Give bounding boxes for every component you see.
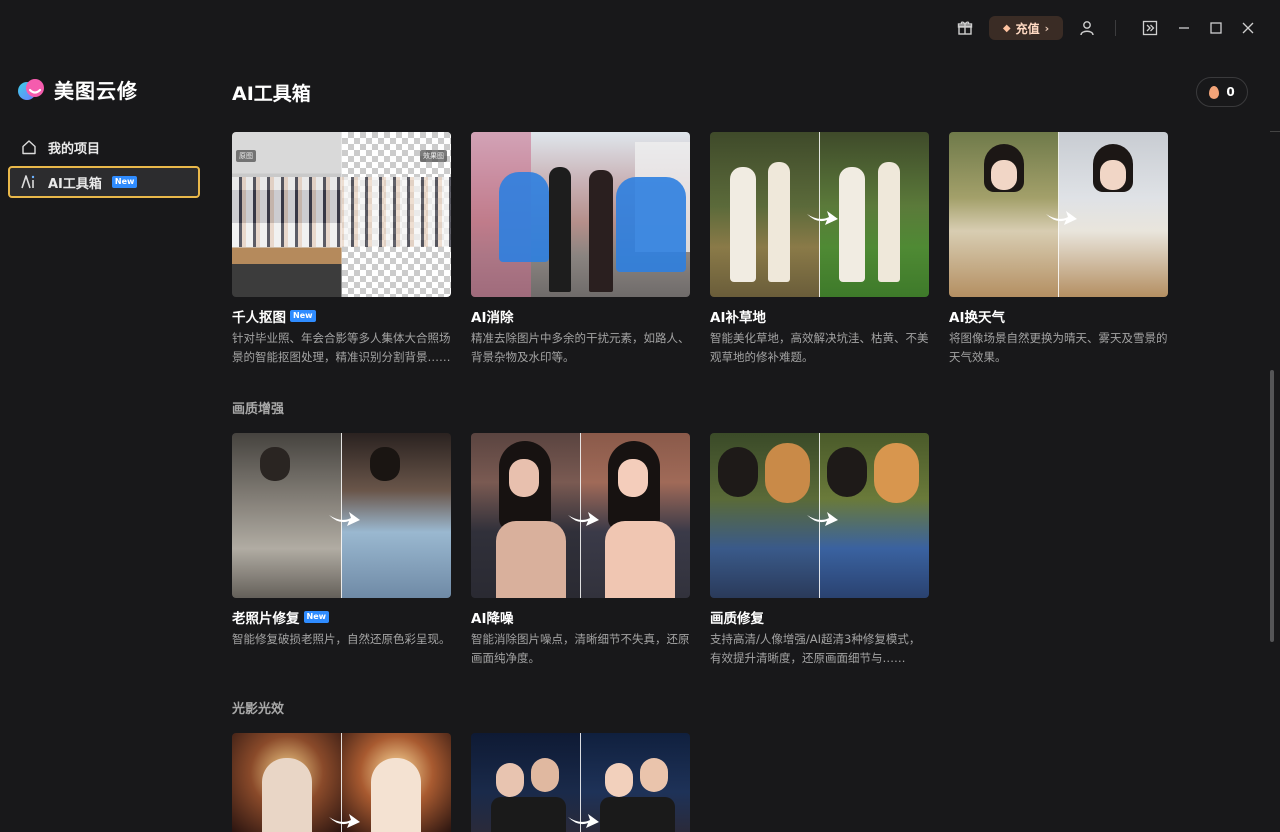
scrollbar-cap [1270,131,1280,132]
gift-icon[interactable] [954,17,976,39]
minimize-icon[interactable] [1173,17,1195,39]
tool-card-title: AI消除 [471,310,514,326]
recharge-label: 充值 [1015,21,1040,36]
page-title: AI工具箱 [232,83,311,105]
tool-thumbnail [232,433,451,598]
tool-thumbnail [710,433,929,598]
tool-card-lighting-1[interactable] [232,733,451,832]
sidebar-item-my-projects[interactable]: 我的项目 [8,131,200,163]
collapse-panel-icon[interactable] [1139,17,1161,39]
home-icon [20,138,38,156]
tool-thumbnail [471,733,690,832]
maximize-icon[interactable] [1205,17,1227,39]
sidebar-item-label: 我的项目 [48,141,101,157]
tool-card-lighting-2[interactable] [471,733,690,832]
tool-card-ai-erase[interactable]: AI消除 精准去除图片中多余的干扰元素，如路人、背景杂物及水印等。 [471,132,690,367]
tool-thumbnail [710,132,929,297]
tool-card-description: 针对毕业照、年会合影等多人集体大合照场景的智能抠图处理，精准识别分割背景…… [232,331,451,364]
arrow-icon [329,814,360,828]
arrow-icon [329,512,360,526]
tool-thumbnail [471,433,690,598]
arrow-icon [1046,211,1077,225]
tool-card-quality-repair[interactable]: 画质修复 支持高清/人像增强/AI超清3种修复模式，有效提升清晰度，还原画面细节… [710,433,929,668]
arrow-icon [568,814,599,828]
tool-card-title: AI补草地 [710,310,766,326]
sidebar-item-ai-toolbox[interactable]: AI工具箱 New [8,166,200,198]
diamond-icon: ◆ [1002,22,1011,34]
arrow-icon [807,211,838,225]
user-icon[interactable] [1076,17,1098,39]
new-badge: New [111,176,138,188]
tool-card-description: 支持高清/人像增强/AI超清3种修复模式，有效提升清晰度，还原画面细节与…… [710,632,921,665]
tool-card-group-cutout[interactable]: 原图 效果图 千人抠图 New 针对毕业照、年会合影等多人集体大合照场景的智能抠… [232,132,451,367]
app-logo: 美图云修 [16,74,138,104]
section-title-lighting: 光影光效 [232,702,285,717]
new-badge: New [290,310,316,322]
recharge-button[interactable]: ◆ 充值 › [989,16,1063,40]
arrow-icon [568,512,599,526]
tool-card-description: 将图像场景自然更换为晴天、雾天及雪景的天气效果。 [949,331,1168,364]
tool-card-description: 精准去除图片中多余的干扰元素，如路人、背景杂物及水印等。 [471,331,690,364]
bean-icon [1209,85,1220,99]
tool-card-ai-weather[interactable]: AI换天气 将图像场景自然更换为晴天、雾天及雪景的天气效果。 [949,132,1168,367]
chevron-right-icon: › [1044,21,1050,35]
sidebar-item-label: AI工具箱 [48,176,102,192]
original-tag: 原图 [236,150,256,162]
tool-card-title: 千人抠图 [232,310,286,326]
credits-count: 0 [1226,85,1235,99]
ai-toolbox-icon [20,173,38,191]
result-tag: 效果图 [420,150,447,162]
credits-balance[interactable]: 0 [1196,77,1248,107]
logo-icon [16,74,46,104]
tool-thumbnail [232,733,451,832]
tool-card-title: 老照片修复 [232,611,300,627]
tool-card-title: AI换天气 [949,310,1005,326]
tool-card-description: 智能消除图片噪点，清晰细节不失真，还原画面纯净度。 [471,632,690,665]
tool-card-title: AI降噪 [471,611,514,627]
new-badge: New [303,611,330,623]
tool-card-title: 画质修复 [710,611,764,627]
tool-thumbnail [949,132,1168,297]
tool-card-ai-denoise[interactable]: AI降噪 智能消除图片噪点，清晰细节不失真，还原画面纯净度。 [471,433,690,668]
titlebar-divider [1115,20,1116,36]
scrollbar[interactable] [1270,370,1274,642]
app-name: 美图云修 [54,78,138,103]
tool-card-description: 智能美化草地，高效解决坑洼、枯黄、不美观草地的修补难题。 [710,331,929,364]
tool-card-ai-grass[interactable]: AI补草地 智能美化草地，高效解决坑洼、枯黄、不美观草地的修补难题。 [710,132,929,367]
tool-card-description: 智能修复破损老照片，自然还原色彩呈现。 [232,632,451,646]
title-bar: ◆ 充值 › [0,0,1280,56]
tool-thumbnail: 原图 效果图 [232,132,451,297]
section-title-enhance: 画质增强 [232,402,285,417]
tool-thumbnail [471,132,690,297]
arrow-icon [807,512,838,526]
tool-card-old-photo[interactable]: 老照片修复 New 智能修复破损老照片，自然还原色彩呈现。 [232,433,451,668]
close-icon[interactable] [1237,17,1259,39]
